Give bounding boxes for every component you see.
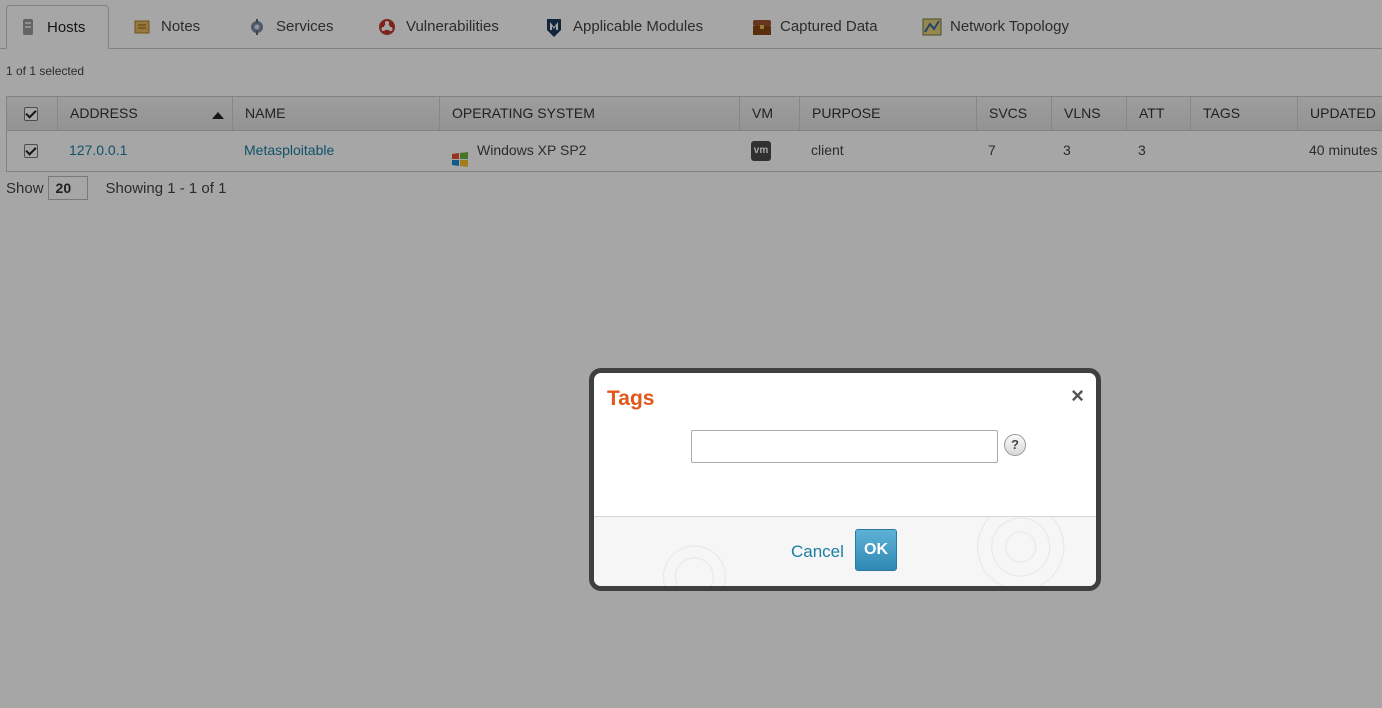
modal-overlay[interactable] [0, 0, 1382, 708]
cancel-button[interactable]: Cancel [791, 542, 844, 562]
tags-dialog: Tags × ? Cancel OK [589, 368, 1101, 591]
help-icon[interactable]: ? [1004, 434, 1026, 456]
tags-dialog-body: Tags × ? Cancel OK [594, 373, 1096, 586]
dialog-title: Tags [607, 387, 655, 410]
close-icon[interactable]: × [1071, 385, 1084, 407]
ok-button[interactable]: OK [855, 529, 897, 571]
tags-input[interactable] [691, 430, 998, 463]
dialog-footer: Cancel OK [594, 516, 1096, 586]
